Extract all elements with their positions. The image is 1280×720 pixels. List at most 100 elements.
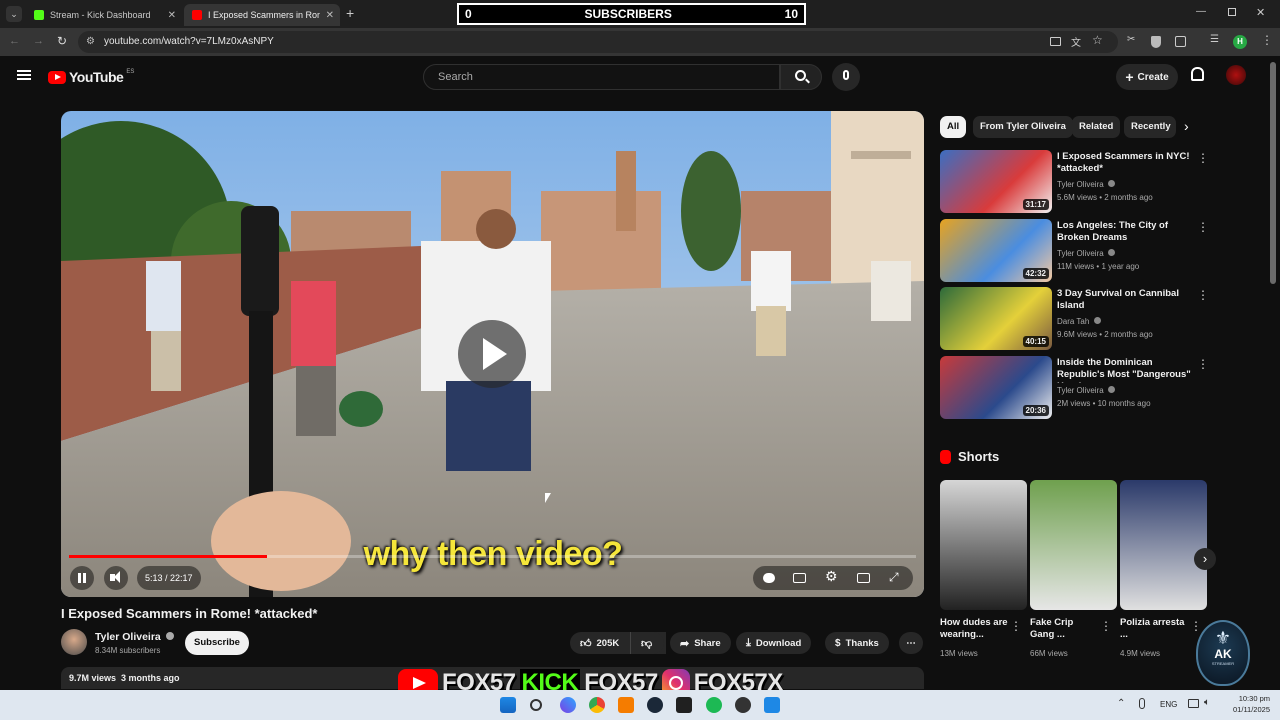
recommendation-channel[interactable]: Tyler Oliveira — [1057, 179, 1115, 191]
puzzle-icon[interactable] — [1175, 36, 1186, 47]
chip-related[interactable]: Related — [1072, 116, 1121, 138]
account-avatar[interactable] — [1226, 65, 1246, 85]
restore-window-icon[interactable] — [1228, 8, 1236, 16]
tray-expand-icon[interactable]: ⌃ — [1117, 698, 1125, 709]
forward-icon[interactable]: → — [33, 35, 44, 47]
search-button[interactable] — [780, 64, 822, 90]
cast-icon[interactable] — [1050, 37, 1061, 46]
subscribe-button[interactable]: Subscribe — [185, 631, 249, 655]
profile-avatar[interactable]: H — [1233, 35, 1247, 49]
close-window-icon[interactable]: ✕ — [1256, 6, 1265, 19]
video-thumbnail[interactable]: 40:15 — [940, 287, 1052, 350]
recommendation-item[interactable]: 42:32 Los Angeles: The City of Broken Dr… — [940, 218, 1212, 283]
recommendation-title[interactable]: 3 Day Survival on Cannibal Island — [1057, 288, 1199, 312]
copilot-icon[interactable] — [560, 697, 576, 713]
share-button[interactable]: ➦ Share — [670, 632, 731, 654]
back-icon[interactable]: ← — [9, 35, 20, 47]
chip-recently[interactable]: Recently — [1124, 116, 1176, 138]
recommendation-channel[interactable]: Tyler Oliveira — [1057, 385, 1115, 397]
volume-icon[interactable]: 🔈︎ — [1204, 697, 1210, 708]
windows-start-icon[interactable] — [500, 697, 516, 713]
hamburger-menu-icon[interactable] — [17, 70, 31, 80]
tray-mic-icon[interactable] — [1139, 698, 1145, 709]
download-button[interactable]: ⤓ Download — [736, 632, 812, 654]
channel-avatar[interactable] — [61, 629, 87, 655]
language-indicator[interactable]: ENG — [1160, 700, 1177, 709]
translate-icon[interactable]: 文 — [1071, 34, 1081, 49]
chips-next-icon[interactable]: › — [1184, 118, 1189, 134]
app-orange-icon[interactable] — [618, 697, 634, 713]
reading-list-icon[interactable]: ☰ — [1210, 34, 1219, 45]
browser-menu-icon[interactable]: ⋮ — [1261, 33, 1273, 47]
create-button[interactable]: + Create — [1116, 64, 1178, 90]
page-scrollbar[interactable] — [1270, 62, 1276, 284]
thanks-button[interactable]: $ Thanks — [825, 632, 889, 654]
recommendation-item[interactable]: 31:17 I Exposed Scammers in NYC! *attack… — [940, 150, 1212, 214]
miniplayer-icon[interactable] — [857, 573, 870, 583]
short-thumbnail[interactable] — [1120, 480, 1207, 610]
short-title[interactable]: Fake Crip Gang ... — [1030, 617, 1100, 641]
more-options-icon[interactable]: ⋮ — [1197, 357, 1209, 371]
more-options-icon[interactable]: ⋮ — [1100, 619, 1112, 633]
close-tab-icon[interactable]: ✕ — [326, 10, 334, 21]
recommendation-title[interactable]: Inside the Dominican Republic's Most "Da… — [1057, 357, 1199, 383]
short-title[interactable]: Polizia arresta ... — [1120, 617, 1190, 641]
recommendation-channel[interactable]: Dara Tah — [1057, 316, 1101, 328]
notifications-bell-icon[interactable] — [1191, 67, 1204, 81]
short-item[interactable]: Polizia arresta ... 4.9M views ⋮ — [1120, 480, 1207, 660]
more-options-icon[interactable]: ⋮ — [1197, 151, 1209, 165]
app-blue-icon[interactable] — [764, 697, 780, 713]
recommendation-title[interactable]: Los Angeles: The City of Broken Dreams — [1057, 220, 1199, 244]
video-thumbnail[interactable]: 20:36 — [940, 355, 1052, 419]
reload-icon[interactable]: ↻ — [57, 34, 67, 48]
short-thumbnail[interactable] — [940, 480, 1027, 610]
tab-kick-dashboard[interactable]: Stream - Kick Dashboard ✕ — [26, 4, 182, 26]
play-overlay-button[interactable] — [458, 320, 526, 388]
channel-name[interactable]: Tyler Oliveira — [95, 631, 174, 643]
more-actions-button[interactable]: ⋯ — [899, 632, 923, 654]
spotify-icon[interactable] — [706, 697, 722, 713]
subtitles-icon[interactable] — [793, 573, 806, 583]
video-thumbnail[interactable]: 31:17 — [940, 150, 1052, 213]
chrome-icon[interactable] — [589, 697, 605, 713]
recommendation-channel[interactable]: Tyler Oliveira — [1057, 248, 1115, 260]
tab-youtube-video[interactable]: I Exposed Scammers in Rome! *att ✕ — [184, 4, 340, 26]
chip-all[interactable]: All — [940, 116, 967, 138]
bookmark-star-icon[interactable]: ☆ — [1092, 33, 1103, 47]
taskbar-search-icon[interactable] — [530, 699, 542, 711]
network-icon[interactable] — [1188, 699, 1199, 708]
autoplay-toggle-icon[interactable] — [763, 573, 775, 583]
obs-icon[interactable] — [676, 697, 692, 713]
url-field[interactable]: ⚙ youtube.com/watch?v=7LMz0xAsNPY — [78, 31, 1118, 53]
youtube-logo[interactable]: YouTube ES — [48, 69, 134, 85]
app-dark-icon[interactable] — [735, 697, 751, 713]
volume-button[interactable] — [104, 566, 128, 590]
site-info-icon[interactable]: ⚙ — [86, 31, 95, 53]
dislike-button[interactable]: 👎︎ — [630, 632, 664, 654]
progress-bar[interactable] — [69, 555, 916, 558]
pause-button[interactable] — [70, 566, 94, 590]
clock[interactable]: 10:30 pm 01/11/2025 — [1222, 693, 1270, 715]
tab-list-button[interactable]: ⌄ — [6, 6, 22, 22]
more-options-icon[interactable]: ⋮ — [1197, 288, 1209, 302]
close-tab-icon[interactable]: ✕ — [168, 10, 176, 21]
recommendation-item[interactable]: 20:36 Inside the Dominican Republic's Mo… — [940, 355, 1212, 420]
short-title[interactable]: How dudes are wearing... — [940, 617, 1010, 641]
more-options-icon[interactable]: ⋮ — [1197, 220, 1209, 234]
short-item[interactable]: Fake Crip Gang ... 66M views ⋮ — [1030, 480, 1117, 660]
short-item[interactable]: How dudes are wearing... 13M views ⋮ — [940, 480, 1027, 660]
fullscreen-icon[interactable]: ⤢ — [889, 570, 899, 585]
extension-icon[interactable]: ✂ — [1127, 34, 1135, 45]
voice-search-button[interactable] — [832, 63, 860, 91]
video-player[interactable]: why then video? 5:13 / 22:17 ⚙ ⤢ — [61, 111, 924, 597]
chip-from-channel[interactable]: From Tyler Oliveira — [973, 116, 1073, 138]
more-options-icon[interactable]: ⋮ — [1010, 619, 1022, 633]
settings-gear-icon[interactable]: ⚙ — [825, 568, 838, 585]
shorts-next-button[interactable]: › — [1194, 548, 1216, 570]
steam-icon[interactable] — [647, 697, 663, 713]
recommendation-title[interactable]: I Exposed Scammers in NYC! *attacked* — [1057, 151, 1199, 175]
video-thumbnail[interactable]: 42:32 — [940, 218, 1052, 282]
new-tab-button[interactable]: + — [346, 5, 354, 21]
search-input[interactable]: Search — [423, 64, 780, 90]
recommendation-item[interactable]: 40:15 3 Day Survival on Cannibal Island … — [940, 287, 1212, 351]
